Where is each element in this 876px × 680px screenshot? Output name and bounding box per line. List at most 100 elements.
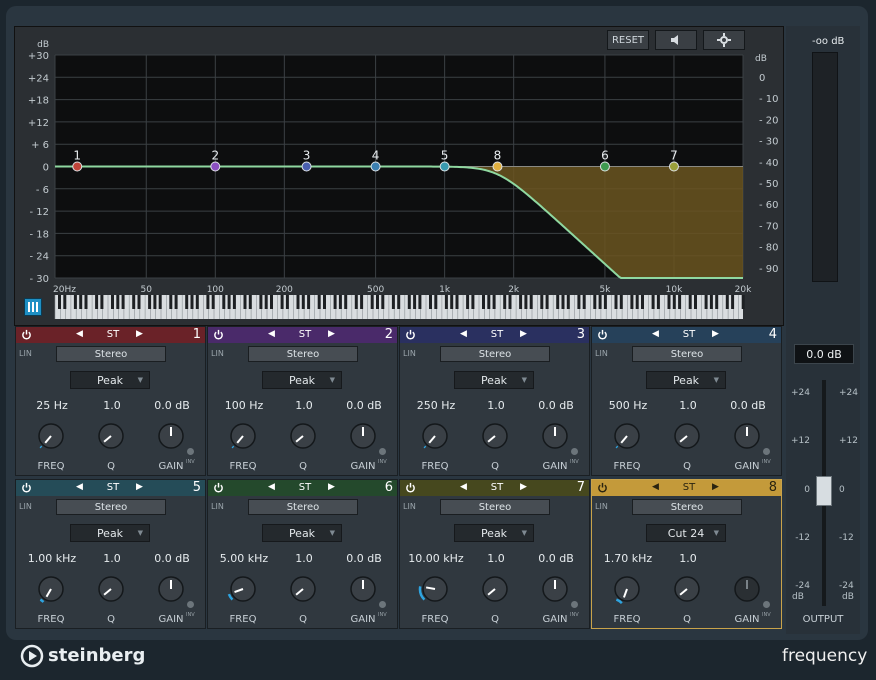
gain-value[interactable]: 0.0 dB (334, 552, 394, 565)
filter-type-select[interactable]: Peak ▼ (454, 524, 534, 542)
prev-arrow-icon[interactable]: ◀ (460, 329, 467, 339)
freq-knob[interactable] (418, 572, 452, 606)
gain-knob[interactable] (730, 572, 764, 606)
next-arrow-icon[interactable]: ▶ (520, 482, 527, 492)
freq-value[interactable]: 250 Hz (406, 399, 466, 412)
gain-value[interactable]: 0.0 dB (526, 552, 586, 565)
linear-phase-toggle[interactable]: LIN (595, 349, 608, 358)
prev-arrow-icon[interactable]: ◀ (652, 329, 659, 339)
q-knob[interactable] (286, 572, 320, 606)
q-knob[interactable] (94, 572, 128, 606)
channel-mode-label[interactable]: ST (674, 482, 704, 493)
q-value[interactable]: 1.0 (658, 399, 718, 412)
gain-knob[interactable] (154, 419, 188, 453)
freq-knob[interactable] (226, 572, 260, 606)
linear-phase-toggle[interactable]: LIN (403, 502, 416, 511)
output-fader-handle[interactable] (816, 476, 832, 506)
invert-button[interactable] (763, 601, 770, 608)
channel-mode-label[interactable]: ST (290, 329, 320, 340)
q-value[interactable]: 1.0 (82, 552, 142, 565)
freq-knob[interactable] (34, 572, 68, 606)
freq-knob[interactable] (418, 419, 452, 453)
linear-phase-toggle[interactable]: LIN (211, 502, 224, 511)
power-icon[interactable] (597, 329, 608, 340)
stereo-mode-button[interactable]: Stereo (440, 346, 550, 362)
next-arrow-icon[interactable]: ▶ (328, 482, 335, 492)
filter-type-select[interactable]: Peak ▼ (70, 371, 150, 389)
filter-type-select[interactable]: Peak ▼ (454, 371, 534, 389)
linear-phase-toggle[interactable]: LIN (19, 502, 32, 511)
filter-type-select[interactable]: Peak ▼ (70, 524, 150, 542)
prev-arrow-icon[interactable]: ◀ (268, 329, 275, 339)
power-icon[interactable] (405, 482, 416, 493)
linear-phase-toggle[interactable]: LIN (403, 349, 416, 358)
freq-knob[interactable] (34, 419, 68, 453)
gain-knob[interactable] (154, 572, 188, 606)
power-icon[interactable] (21, 482, 32, 493)
q-knob[interactable] (94, 419, 128, 453)
q-value[interactable]: 1.0 (274, 399, 334, 412)
stereo-mode-button[interactable]: Stereo (632, 346, 742, 362)
freq-value[interactable]: 100 Hz (214, 399, 274, 412)
gain-knob[interactable] (346, 572, 380, 606)
freq-value[interactable]: 1.70 kHz (598, 552, 658, 565)
band-node-1[interactable] (72, 161, 83, 172)
stereo-mode-button[interactable]: Stereo (248, 346, 358, 362)
stereo-mode-button[interactable]: Stereo (440, 499, 550, 515)
eq-curve-display[interactable]: +30 +24 +18 +12 + 6 0 - 6 - 12 - 18 - 24 - 30 dB dB 0… (15, 27, 783, 325)
freq-value[interactable]: 1.00 kHz (22, 552, 82, 565)
power-icon[interactable] (405, 329, 416, 340)
band-node-7[interactable] (668, 161, 679, 172)
channel-mode-label[interactable]: ST (98, 329, 128, 340)
stereo-mode-button[interactable]: Stereo (56, 346, 166, 362)
gain-value[interactable]: 0.0 dB (526, 399, 586, 412)
prev-arrow-icon[interactable]: ◀ (268, 482, 275, 492)
settings-button[interactable] (703, 30, 745, 50)
invert-button[interactable] (187, 601, 194, 608)
band-node-2[interactable] (210, 161, 221, 172)
prev-arrow-icon[interactable]: ◀ (76, 329, 83, 339)
prev-arrow-icon[interactable]: ◀ (460, 482, 467, 492)
stereo-mode-button[interactable]: Stereo (248, 499, 358, 515)
freq-value[interactable]: 10.00 kHz (406, 552, 466, 565)
freq-value[interactable]: 500 Hz (598, 399, 658, 412)
freq-knob[interactable] (226, 419, 260, 453)
invert-button[interactable] (571, 448, 578, 455)
freq-value[interactable]: 5.00 kHz (214, 552, 274, 565)
q-knob[interactable] (670, 419, 704, 453)
q-knob[interactable] (670, 572, 704, 606)
invert-button[interactable] (379, 448, 386, 455)
invert-button[interactable] (187, 448, 194, 455)
q-value[interactable]: 1.0 (466, 552, 526, 565)
next-arrow-icon[interactable]: ▶ (328, 329, 335, 339)
linear-phase-toggle[interactable]: LIN (595, 502, 608, 511)
piano-toggle-button[interactable] (24, 298, 42, 316)
stereo-mode-button[interactable]: Stereo (56, 499, 166, 515)
gain-value[interactable]: 0.0 dB (142, 552, 202, 565)
band-node-8[interactable] (492, 161, 503, 172)
freq-value[interactable]: 25 Hz (22, 399, 82, 412)
freq-knob[interactable] (610, 572, 644, 606)
gain-knob[interactable] (346, 419, 380, 453)
power-icon[interactable] (213, 482, 224, 493)
gain-value[interactable]: 0.0 dB (334, 399, 394, 412)
linear-phase-toggle[interactable]: LIN (19, 349, 32, 358)
gain-knob[interactable] (730, 419, 764, 453)
prev-arrow-icon[interactable]: ◀ (76, 482, 83, 492)
eq-graph-panel[interactable]: +30 +24 +18 +12 + 6 0 - 6 - 12 - 18 - 24 - 30 dB dB 0… (14, 26, 784, 326)
next-arrow-icon[interactable]: ▶ (136, 482, 143, 492)
power-icon[interactable] (213, 329, 224, 340)
invert-button[interactable] (571, 601, 578, 608)
q-value[interactable]: 1.0 (658, 552, 718, 565)
q-value[interactable]: 1.0 (466, 399, 526, 412)
next-arrow-icon[interactable]: ▶ (712, 482, 719, 492)
band-node-4[interactable] (370, 161, 381, 172)
next-arrow-icon[interactable]: ▶ (520, 329, 527, 339)
filter-type-select[interactable]: Peak ▼ (646, 371, 726, 389)
filter-type-select[interactable]: Peak ▼ (262, 371, 342, 389)
filter-type-select[interactable]: Peak ▼ (262, 524, 342, 542)
gain-value[interactable]: 0.0 dB (142, 399, 202, 412)
channel-mode-label[interactable]: ST (674, 329, 704, 340)
prev-arrow-icon[interactable]: ◀ (652, 482, 659, 492)
channel-mode-label[interactable]: ST (98, 482, 128, 493)
